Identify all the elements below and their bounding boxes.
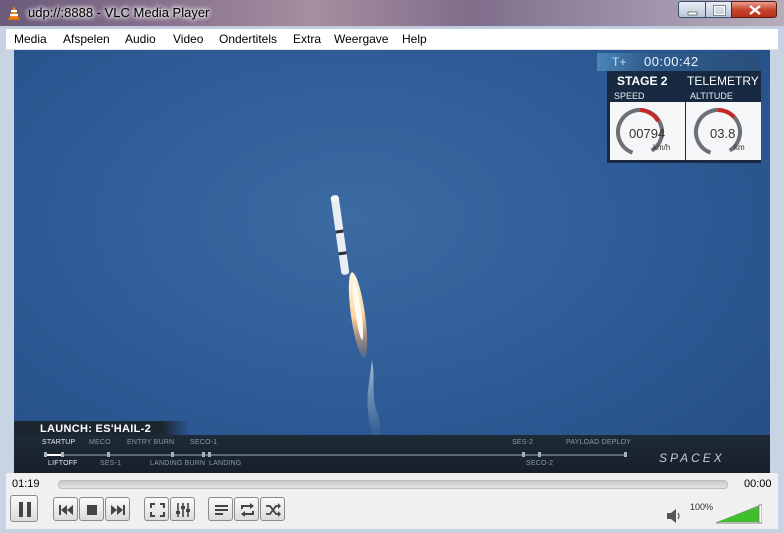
timeline-event: LANDING BURN [150, 460, 206, 467]
loop-icon [241, 503, 254, 517]
playlist-icon [215, 505, 228, 515]
video-area[interactable]: T+ 00:00:42 STAGE 2 TELEMETRY SPEED ALTI… [14, 50, 770, 473]
volume-percent: 100% [690, 502, 714, 512]
menu-bar: Media Afspelen Audio Video Ondertitels E… [6, 29, 778, 50]
previous-button[interactable] [53, 497, 78, 521]
previous-icon [59, 505, 73, 515]
minimize-icon [687, 11, 698, 16]
timeline-marker [624, 452, 627, 457]
timeline-marker [202, 452, 205, 457]
hud-mission-time: 00:00:42 [644, 54, 699, 69]
remaining-time[interactable]: 00:00 [744, 478, 772, 490]
speaker-icon[interactable] [666, 509, 682, 523]
volume-slider[interactable] [716, 504, 762, 524]
speed-unit: km/h [653, 143, 671, 152]
timeline-marker [208, 452, 211, 457]
timeline-event: STARTUP [42, 439, 76, 446]
altitude-unit: km [734, 143, 745, 152]
next-button[interactable] [105, 497, 130, 521]
seek-slider[interactable] [58, 480, 728, 489]
menu-audio[interactable]: Audio [125, 32, 156, 46]
vlc-cone-icon [8, 6, 20, 20]
hud-altitude-label: ALTITUDE [690, 91, 733, 101]
launch-label: LAUNCH: ES'HAIL-2 [40, 423, 151, 435]
close-button[interactable] [731, 1, 777, 18]
maximize-icon [713, 5, 726, 16]
minimize-button[interactable] [678, 1, 706, 18]
timeline-marker [107, 452, 110, 457]
next-icon [111, 505, 125, 515]
timeline-event: SECO-1 [190, 439, 218, 446]
timeline-marker [61, 452, 64, 457]
timeline-event: ENTRY BURN [127, 439, 175, 446]
hud-stage-label: STAGE 2 [617, 74, 668, 88]
stop-icon [87, 505, 97, 515]
menu-ondertitels[interactable]: Ondertitels [219, 32, 277, 46]
vlc-window: udp://:8888 - VLC Media Player Media Afs… [0, 0, 784, 533]
menu-video[interactable]: Video [173, 32, 203, 46]
fullscreen-icon [150, 503, 165, 517]
fullscreen-button[interactable] [144, 497, 169, 521]
timeline-marker [538, 452, 541, 457]
menu-weergave[interactable]: Weergave [334, 32, 388, 46]
timeline-event: PAYLOAD DEPLOY [566, 439, 632, 446]
stop-button[interactable] [79, 497, 104, 521]
pause-button[interactable] [10, 495, 38, 522]
timeline-event: LANDING [209, 460, 242, 467]
altitude-value: 03.8 [710, 126, 736, 141]
menu-help[interactable]: Help [402, 32, 427, 46]
shuffle-button[interactable] [260, 497, 285, 521]
menu-media[interactable]: Media [14, 32, 47, 46]
timeline-event: SES-1 [100, 460, 122, 467]
timeline-event: SECO-2 [526, 460, 554, 467]
hud-t-plus: T+ [612, 55, 627, 69]
rocket-launch-image [330, 195, 384, 440]
title-bar[interactable]: udp://:8888 - VLC Media Player [0, 0, 784, 26]
close-icon [749, 5, 761, 15]
extended-settings-icon [176, 503, 190, 517]
menu-extra[interactable]: Extra [293, 32, 321, 46]
playlist-button[interactable] [208, 497, 233, 521]
timeline-event: LIFTOFF [48, 460, 78, 467]
timeline-event: MECO [89, 439, 111, 446]
timeline-event: SES-2 [512, 439, 534, 446]
maximize-button[interactable] [705, 1, 732, 18]
speed-value: 00794 [629, 126, 666, 141]
elapsed-time[interactable]: 01:19 [12, 478, 40, 490]
loop-button[interactable] [234, 497, 259, 521]
hud-telemetry-label: TELEMETRY [687, 74, 759, 88]
timeline-marker [522, 452, 525, 457]
hud-speed-label: SPEED [614, 91, 645, 101]
timeline-marker [44, 452, 47, 457]
spacex-logo: SPACEX [659, 451, 725, 465]
window-title: udp://:8888 - VLC Media Player [28, 5, 210, 20]
extended-settings-button[interactable] [170, 497, 195, 521]
pause-icon [19, 502, 31, 517]
shuffle-icon [266, 503, 281, 517]
timeline-marker [171, 452, 174, 457]
menu-afspelen[interactable]: Afspelen [63, 32, 110, 46]
